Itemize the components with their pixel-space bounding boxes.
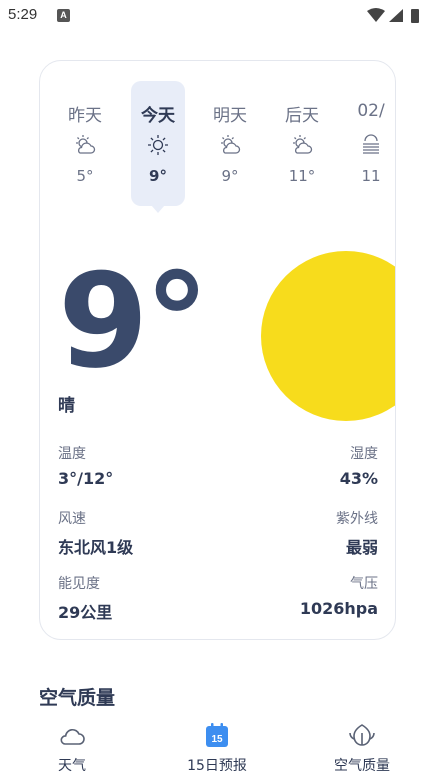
metric-label: 风速 bbox=[58, 511, 86, 527]
day-label: 明天 bbox=[213, 106, 247, 126]
metric-value: 1026hpa bbox=[299, 599, 378, 618]
metric-visibility: 能见度 29公里 bbox=[58, 573, 218, 623]
calendar-icon: 15 bbox=[206, 723, 228, 747]
metric-label: 湿度 bbox=[350, 446, 378, 462]
day-tomorrow[interactable]: 明天 9° bbox=[203, 81, 257, 206]
status-bar: 5:29 A bbox=[0, 0, 435, 32]
day-partial[interactable]: 02/ 11 bbox=[344, 81, 395, 206]
day-after-tomorrow[interactable]: 后天 11° bbox=[275, 81, 329, 206]
sun-graphic bbox=[261, 251, 395, 421]
status-time: 5:29 bbox=[8, 6, 38, 23]
day-label: 今天 bbox=[141, 106, 175, 126]
metric-wind: 风速 东北风1级 bbox=[58, 508, 218, 558]
metric-pressure: 气压 1026hpa bbox=[218, 573, 378, 618]
current-temperature: 9° bbox=[58, 245, 209, 397]
partly-cloudy-icon bbox=[221, 135, 241, 154]
nav-label: 天气 bbox=[58, 758, 86, 774]
metric-value: 最弱 bbox=[345, 538, 378, 557]
day-label: 昨天 bbox=[68, 106, 102, 126]
bottom-nav: 天气 15 15日预报 空气质量 bbox=[0, 715, 435, 775]
fog-icon bbox=[363, 134, 379, 154]
day-selector: 昨天 5° 今天 9° 明天 9° 后天 11° 02/ 11 bbox=[40, 81, 395, 216]
weather-condition: 晴 bbox=[58, 396, 75, 416]
nav-label: 15日预报 bbox=[187, 758, 247, 774]
battery-icon bbox=[411, 9, 419, 23]
day-temp: 11 bbox=[361, 167, 381, 185]
metric-label: 紫外线 bbox=[336, 511, 378, 527]
day-temp: 9° bbox=[221, 167, 239, 185]
metric-uv: 紫外线 最弱 bbox=[218, 508, 378, 558]
metric-temp-range: 温度 3°/12° bbox=[58, 443, 218, 488]
nav-weather[interactable]: 天气 bbox=[12, 715, 132, 775]
metric-value: 3°/12° bbox=[58, 469, 114, 488]
cloud-icon bbox=[60, 728, 85, 745]
active-day-pointer bbox=[151, 205, 165, 213]
metric-humidity: 湿度 43% bbox=[218, 443, 378, 488]
day-today[interactable]: 今天 9° bbox=[131, 81, 185, 213]
day-label: 后天 bbox=[285, 106, 319, 126]
status-icons bbox=[367, 8, 419, 23]
metric-value: 29公里 bbox=[58, 603, 113, 622]
wifi-icon bbox=[367, 8, 385, 22]
nav-air-quality[interactable]: 空气质量 bbox=[302, 715, 422, 775]
calendar-day-number: 15 bbox=[211, 734, 223, 745]
leaf-icon bbox=[349, 724, 375, 746]
metric-value: 43% bbox=[339, 469, 378, 488]
partly-cloudy-icon bbox=[293, 135, 313, 154]
metric-label: 气压 bbox=[350, 576, 378, 592]
signal-icon bbox=[389, 9, 403, 22]
sun-icon bbox=[148, 135, 168, 155]
metric-label: 能见度 bbox=[58, 576, 100, 592]
day-label: 02/ bbox=[357, 101, 385, 121]
day-yesterday[interactable]: 昨天 5° bbox=[58, 81, 112, 206]
partly-cloudy-icon bbox=[76, 135, 96, 154]
day-temp: 5° bbox=[76, 167, 94, 185]
metric-value: 东北风1级 bbox=[58, 538, 134, 557]
notification-icon: A bbox=[57, 9, 70, 22]
day-temp: 11° bbox=[288, 167, 316, 185]
nav-label: 空气质量 bbox=[334, 758, 390, 774]
day-temp: 9° bbox=[149, 167, 167, 185]
weather-card: 昨天 5° 今天 9° 明天 9° 后天 11° 02/ 11 9° 晴 温度 … bbox=[39, 60, 396, 640]
nav-forecast[interactable]: 15 15日预报 bbox=[157, 715, 277, 775]
metric-label: 温度 bbox=[58, 446, 86, 462]
air-quality-title: 空气质量 bbox=[39, 687, 116, 709]
